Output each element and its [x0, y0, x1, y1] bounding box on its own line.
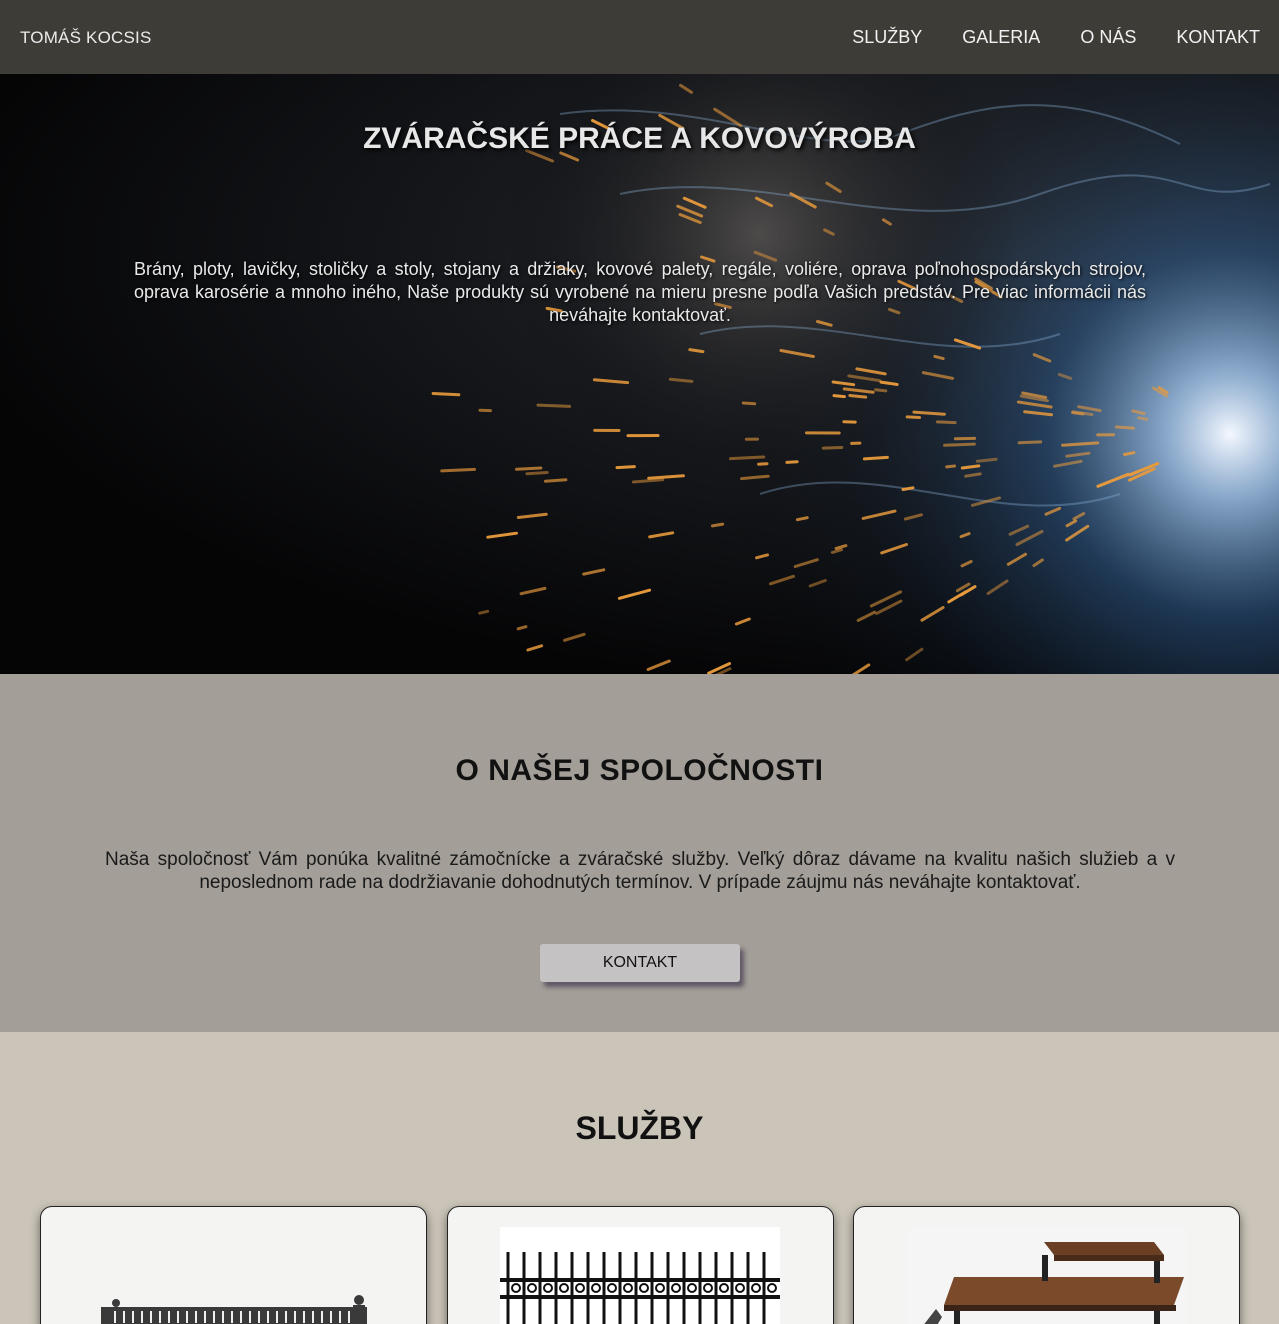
spark-streak: [1115, 425, 1135, 430]
nav-menu: SLUŽBY GALERIA O NÁS KONTAKT: [852, 27, 1260, 48]
hero-title: ZVÁRAČSKÉ PRÁCE A KOVOVÝROBA: [363, 122, 916, 155]
spark-streak: [536, 403, 571, 408]
hero-section: ZVÁRAČSKÉ PRÁCE A KOVOVÝROBA Brány, plot…: [0, 74, 1279, 674]
spark-streak: [516, 625, 528, 631]
spark-streak: [901, 486, 915, 491]
spark-streak: [688, 348, 705, 354]
spark-streak: [933, 354, 945, 361]
services-title: SLUŽBY: [575, 1110, 704, 1146]
top-navbar: TOMÁŠ KOCSIS SLUŽBY GALERIA O NÁS KONTAK…: [0, 0, 1279, 74]
nav-link-kontakt[interactable]: KONTAKT: [1176, 27, 1260, 48]
spark-streak: [478, 609, 490, 615]
spark-streak: [912, 410, 946, 416]
about-description: Naša spoločnosť Vám ponúka kvalitné zámo…: [105, 849, 1175, 893]
brand-logo-text[interactable]: TOMÁŠ KOCSIS: [20, 28, 152, 48]
spark-streak: [795, 516, 809, 522]
nav-link-o-nas[interactable]: O NÁS: [1080, 27, 1136, 48]
spark-streak: [515, 466, 543, 471]
contact-button[interactable]: KONTAKT: [540, 944, 740, 982]
spark-streak: [1123, 451, 1136, 456]
nav-link-galeria[interactable]: GALERIA: [962, 27, 1040, 48]
spark-streak: [905, 415, 921, 419]
spark-streak: [821, 446, 844, 450]
spark-streak: [1071, 411, 1085, 416]
spark-streak: [862, 455, 889, 461]
service-card-furniture[interactable]: [853, 1206, 1240, 1324]
spark-streak: [975, 457, 998, 463]
spark-streak: [960, 464, 981, 470]
spark-streak: [936, 420, 957, 425]
spark-streak: [440, 467, 476, 473]
spark-streak: [1017, 440, 1043, 445]
spark-streak: [431, 392, 461, 397]
fence-image: [500, 1227, 780, 1324]
about-section: O NAŠEJ SPOLOČNOSTI Naša spoločnosť Vám …: [0, 674, 1279, 1032]
spark-streak: [525, 471, 549, 476]
spark-streak: [832, 394, 846, 399]
welding-sparks-image: [0, 74, 1279, 674]
spark-streak: [874, 388, 888, 393]
spark-streak: [668, 377, 694, 383]
desk-image: [907, 1227, 1187, 1324]
spark-streak: [848, 394, 868, 399]
spark-streak: [943, 442, 976, 447]
nav-link-sluzby[interactable]: SLUŽBY: [852, 27, 922, 48]
spark-streak: [710, 522, 725, 528]
about-title: O NAŠEJ SPOLOČNOSTI: [455, 754, 824, 787]
spark-streak: [615, 465, 636, 470]
spark-streak: [757, 462, 769, 466]
spark-streak: [945, 464, 957, 469]
spark-streak: [543, 478, 568, 483]
spark-streak: [729, 455, 766, 461]
service-card-fences[interactable]: [447, 1206, 834, 1324]
gate-image: [101, 1295, 367, 1324]
spark-streak: [785, 460, 799, 464]
service-card-gates[interactable]: [40, 1206, 427, 1324]
services-section: SLUŽBY: [0, 1032, 1279, 1324]
spark-streak: [1137, 416, 1149, 421]
hero-description: Brány, ploty, lavičky, stoličky a stoly,…: [134, 259, 1146, 325]
spark-streak: [741, 401, 757, 406]
